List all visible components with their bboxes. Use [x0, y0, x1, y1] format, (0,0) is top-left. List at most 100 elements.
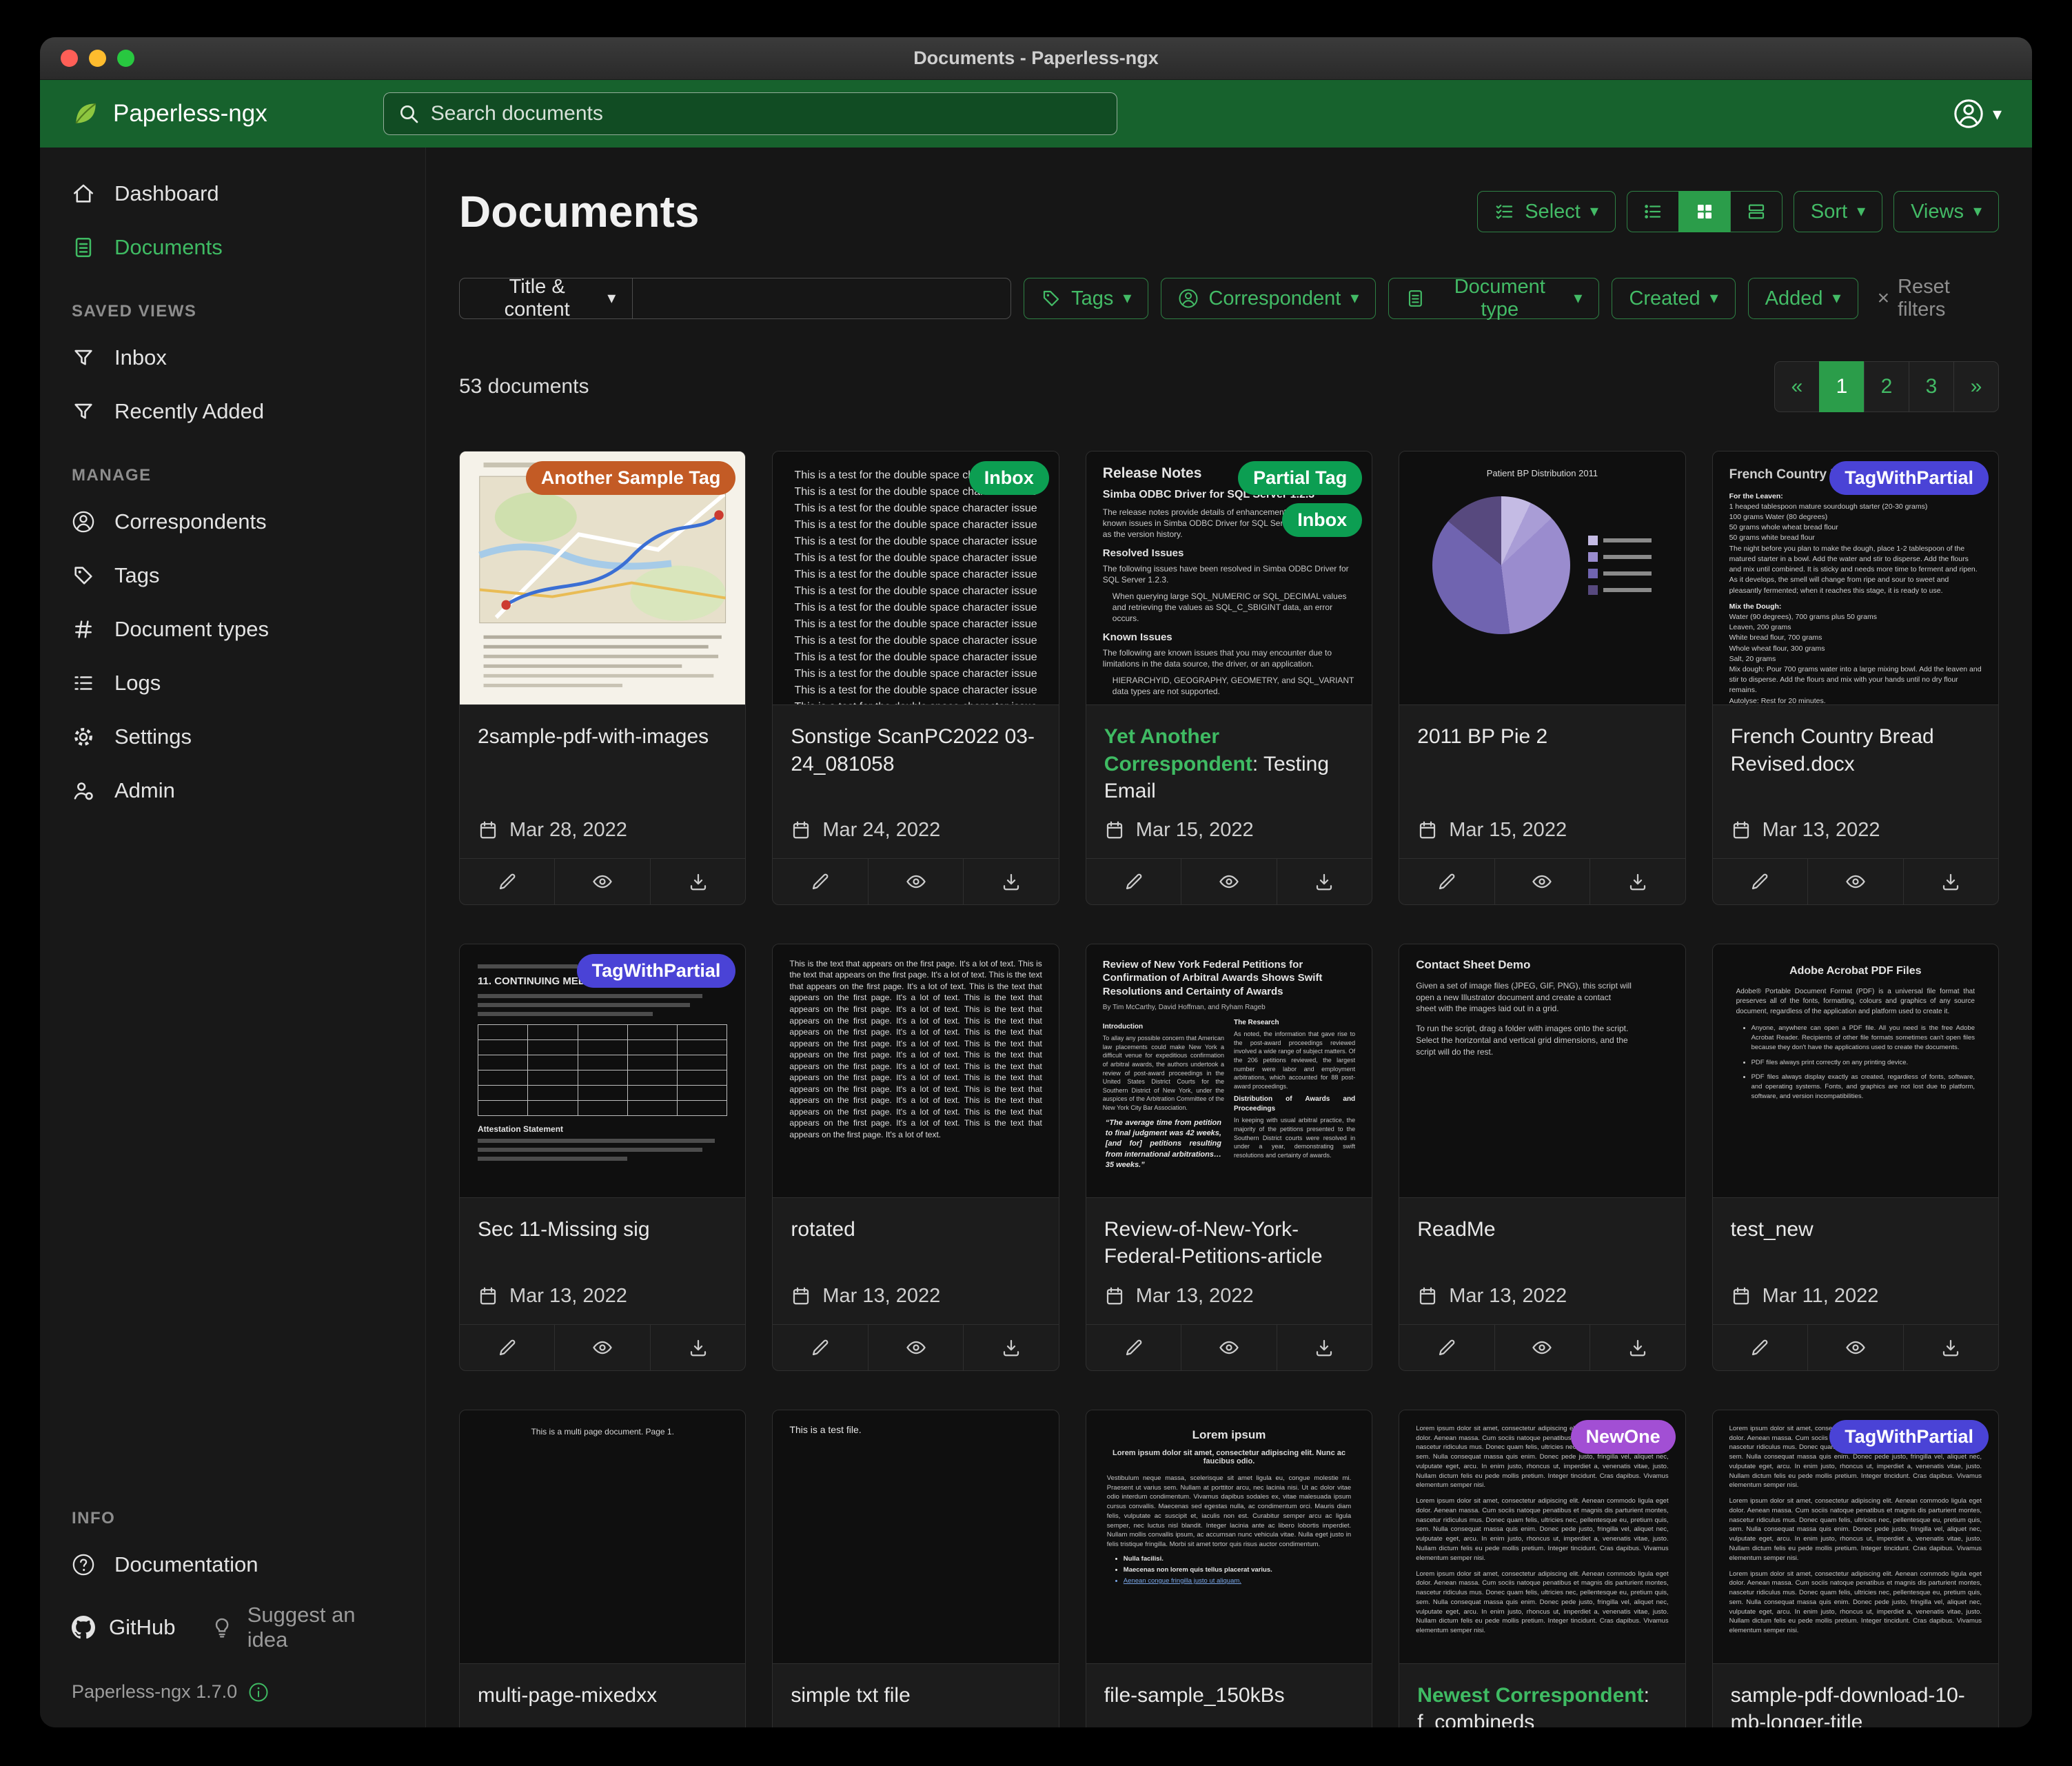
- document-title[interactable]: ReadMe: [1417, 1218, 1495, 1241]
- edit-button[interactable]: [1713, 1325, 1808, 1370]
- info-circle-icon[interactable]: [248, 1682, 269, 1703]
- download-button[interactable]: [1904, 859, 1998, 904]
- created-filter-button[interactable]: Created ▾: [1612, 278, 1735, 319]
- tag-badge[interactable]: NewOne: [1571, 1420, 1676, 1454]
- pagination-page-3[interactable]: 3: [1909, 361, 1954, 412]
- document-title[interactable]: 2sample-pdf-with-images: [478, 725, 709, 748]
- view-grid-button[interactable]: [1678, 191, 1731, 232]
- preview-button[interactable]: [869, 1325, 964, 1370]
- document-thumbnail[interactable]: Adobe Acrobat PDF Files Adobe® Portable …: [1713, 944, 1998, 1198]
- document-thumbnail[interactable]: This is a test file.: [773, 1410, 1058, 1664]
- edit-button[interactable]: [460, 1325, 555, 1370]
- sidebar-item-inbox[interactable]: Inbox: [40, 331, 425, 385]
- document-title[interactable]: rotated: [791, 1218, 855, 1241]
- document-title[interactable]: file-sample_150kBs: [1104, 1684, 1285, 1707]
- document-correspondent[interactable]: Newest Correspondent: [1417, 1684, 1643, 1707]
- download-button[interactable]: [1904, 1325, 1998, 1370]
- document-title[interactable]: test_new: [1731, 1218, 1814, 1241]
- download-button[interactable]: [1590, 859, 1685, 904]
- sidebar-item-admin[interactable]: Admin: [40, 764, 425, 818]
- preview-button[interactable]: [555, 1325, 650, 1370]
- document-thumbnail[interactable]: Patient BP Distribution 2011: [1399, 451, 1685, 705]
- preview-button[interactable]: [1808, 859, 1903, 904]
- preview-button[interactable]: [1495, 1325, 1590, 1370]
- view-details-button[interactable]: [1730, 191, 1782, 232]
- document-thumbnail[interactable]: Lorem ipsum dolor sit amet, consectetur …: [1713, 1410, 1998, 1664]
- app-brand[interactable]: Paperless-ngx: [70, 99, 267, 129]
- download-button[interactable]: [1277, 859, 1372, 904]
- pagination-prev[interactable]: «: [1774, 361, 1820, 412]
- edit-button[interactable]: [460, 859, 555, 904]
- download-button[interactable]: [1590, 1325, 1685, 1370]
- added-filter-button[interactable]: Added ▾: [1748, 278, 1858, 319]
- preview-button[interactable]: [1181, 859, 1277, 904]
- views-button[interactable]: Views ▾: [1893, 191, 1999, 232]
- document-thumbnail[interactable]: Lorem ipsum Lorem ipsum dolor sit amet, …: [1086, 1410, 1372, 1664]
- title-content-dropdown[interactable]: Title & content ▾: [459, 278, 633, 319]
- tag-badge[interactable]: Another Sample Tag: [526, 461, 736, 495]
- sidebar-item-tags[interactable]: Tags: [40, 549, 425, 602]
- preview-button[interactable]: [1181, 1325, 1277, 1370]
- pagination-page-2[interactable]: 2: [1864, 361, 1909, 412]
- download-button[interactable]: [964, 859, 1058, 904]
- document-thumbnail[interactable]: This is a test for the double space char…: [773, 451, 1058, 705]
- sidebar-item-github[interactable]: GitHub: [72, 1604, 175, 1651]
- tag-badge[interactable]: TagWithPartial: [1829, 461, 1989, 495]
- document-thumbnail[interactable]: Lorem ipsum dolor sit amet, consectetur …: [1399, 1410, 1685, 1664]
- sidebar-item-suggest-idea[interactable]: Suggest an idea: [211, 1592, 394, 1663]
- document-title[interactable]: Sonstige ScanPC2022 03-24_081058: [791, 725, 1035, 775]
- edit-button[interactable]: [773, 1325, 868, 1370]
- document-thumbnail[interactable]: French Country Bread For the Leaven: 1 h…: [1713, 451, 1998, 705]
- sidebar-item-dashboard[interactable]: Dashboard: [40, 167, 425, 221]
- edit-button[interactable]: [1399, 859, 1494, 904]
- document-type-filter-button[interactable]: Document type ▾: [1388, 278, 1599, 319]
- preview-button[interactable]: [869, 859, 964, 904]
- preview-button[interactable]: [1495, 859, 1590, 904]
- sidebar-item-document-types[interactable]: Document types: [40, 602, 425, 656]
- download-button[interactable]: [964, 1325, 1058, 1370]
- sidebar-item-correspondents[interactable]: Correspondents: [40, 495, 425, 549]
- document-title[interactable]: 2011 BP Pie 2: [1417, 725, 1547, 748]
- document-thumbnail[interactable]: Contact Sheet Demo Given a set of image …: [1399, 944, 1685, 1198]
- download-button[interactable]: [651, 1325, 745, 1370]
- document-thumbnail[interactable]: Review of New York Federal Petitions for…: [1086, 944, 1372, 1198]
- sidebar-item-settings[interactable]: Settings: [40, 710, 425, 764]
- document-title[interactable]: Sec 11-Missing sig: [478, 1218, 650, 1241]
- correspondent-filter-button[interactable]: Correspondent ▾: [1161, 278, 1376, 319]
- reset-filters-button[interactable]: × Reset filters: [1878, 276, 1999, 321]
- document-thumbnail[interactable]: This is a multi page document. Page 1.: [460, 1410, 745, 1664]
- document-title[interactable]: simple txt file: [791, 1684, 910, 1707]
- search-input[interactable]: [431, 102, 1103, 125]
- close-window-button[interactable]: [61, 50, 78, 67]
- tag-badge[interactable]: TagWithPartial: [1829, 1420, 1989, 1454]
- pagination-next[interactable]: »: [1953, 361, 1999, 412]
- minimize-window-button[interactable]: [89, 50, 106, 67]
- maximize-window-button[interactable]: [117, 50, 134, 67]
- preview-button[interactable]: [1808, 1325, 1903, 1370]
- sidebar-item-recently-added[interactable]: Recently Added: [40, 385, 425, 438]
- document-title[interactable]: French Country Bread Revised.docx: [1731, 725, 1934, 775]
- sidebar-item-logs[interactable]: Logs: [40, 656, 425, 710]
- preview-button[interactable]: [555, 859, 650, 904]
- sidebar-item-documents[interactable]: Documents: [40, 221, 425, 274]
- select-button[interactable]: Select ▾: [1477, 191, 1616, 232]
- tag-badge[interactable]: Partial Tag: [1238, 461, 1362, 495]
- sort-button[interactable]: Sort ▾: [1794, 191, 1882, 232]
- tag-badge[interactable]: TagWithPartial: [577, 954, 736, 988]
- sidebar-item-documentation[interactable]: Documentation: [40, 1538, 425, 1592]
- filter-text-input[interactable]: [632, 278, 1011, 319]
- tag-badge[interactable]: Inbox: [969, 461, 1049, 495]
- document-title[interactable]: sample-pdf-download-10-mb-longer-title: [1731, 1684, 1965, 1727]
- edit-button[interactable]: [1713, 859, 1808, 904]
- pagination-page-1[interactable]: 1: [1819, 361, 1865, 412]
- document-thumbnail[interactable]: This is the text that appears on the fir…: [773, 944, 1058, 1198]
- document-title[interactable]: f_combineds: [1417, 1711, 1534, 1727]
- document-correspondent[interactable]: Yet Another Correspondent: [1104, 725, 1252, 775]
- tag-badge[interactable]: Inbox: [1282, 503, 1362, 537]
- document-title[interactable]: multi-page-mixedxx: [478, 1684, 657, 1707]
- view-list-button[interactable]: [1627, 191, 1679, 232]
- edit-button[interactable]: [1086, 1325, 1181, 1370]
- edit-button[interactable]: [773, 859, 868, 904]
- edit-button[interactable]: [1399, 1325, 1494, 1370]
- edit-button[interactable]: [1086, 859, 1181, 904]
